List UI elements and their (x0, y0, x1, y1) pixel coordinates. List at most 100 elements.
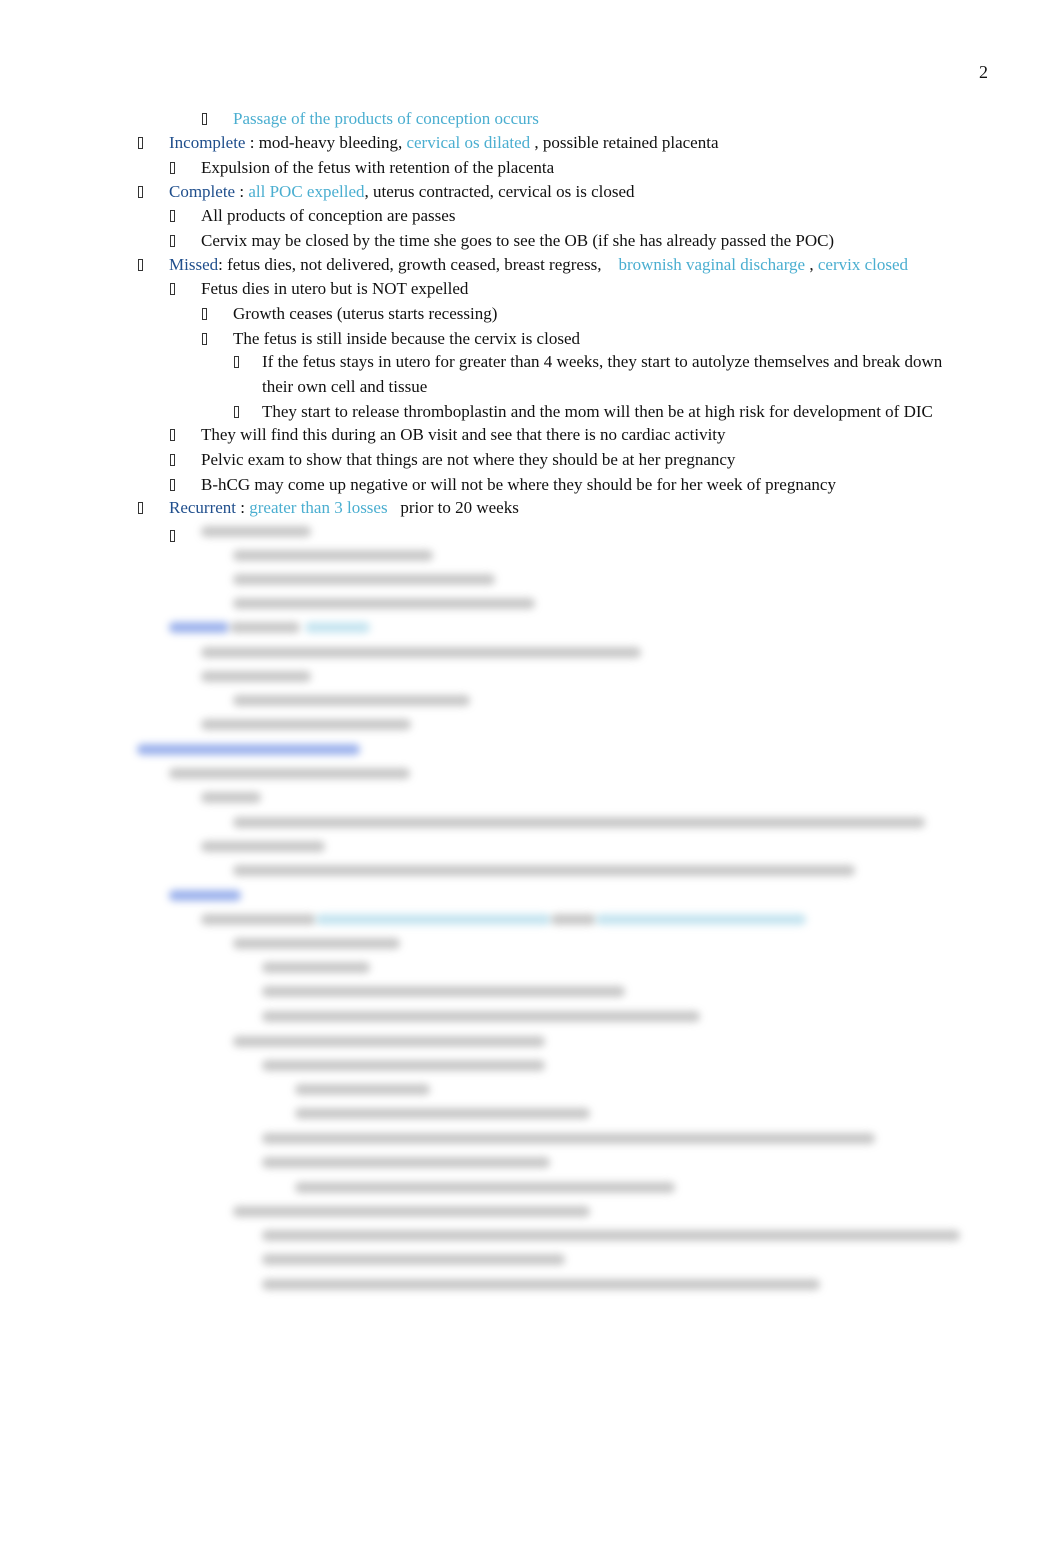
blurred-text-line (233, 817, 925, 828)
bullet-icon (138, 186, 143, 198)
list-item: Passage of the products of conception oc… (233, 109, 539, 129)
list-item: All products of conception are passes (201, 206, 455, 226)
item-text: B-hCG may come up negative or will not b… (201, 475, 836, 494)
blurred-text-line (262, 1157, 550, 1168)
blurred-text-line (233, 550, 433, 561)
blurred-text-line (305, 622, 370, 633)
blurred-text-line (169, 768, 410, 779)
blurred-text-line (233, 598, 535, 609)
item-text: : (236, 498, 250, 517)
bullet-icon (234, 406, 239, 418)
bullet-icon (202, 333, 207, 345)
item-text: The fetus is still inside because the ce… (233, 329, 580, 348)
item-text: : (235, 182, 249, 201)
bullet-icon (170, 429, 175, 441)
blurred-text-line (295, 1084, 430, 1095)
list-item: Complete : all POC expelled, uterus cont… (169, 182, 635, 202)
bullet-icon (170, 162, 175, 174)
list-item: Fetus dies in utero but is NOT expelled (201, 279, 468, 299)
highlighted-text: greater than 3 losses (249, 498, 388, 517)
blurred-text-line (295, 1182, 675, 1193)
list-item: They will find this during an OB visit a… (201, 425, 726, 445)
highlighted-text: cervical os dilated (406, 133, 531, 152)
blurred-text-line (137, 744, 360, 755)
list-item: If the fetus stays in utero for greater … (262, 352, 942, 372)
blurred-text-line (233, 865, 855, 876)
blurred-text-line (596, 914, 806, 925)
blurred-text-line (262, 1254, 565, 1265)
item-text: : fetus dies, not delivered, growth ceas… (218, 255, 619, 274)
blurred-text-line (201, 841, 325, 852)
blurred-text-line (233, 574, 495, 585)
bullet-icon (170, 283, 175, 295)
bullet-icon (170, 530, 175, 542)
blurred-text-line (169, 890, 241, 901)
list-item: Growth ceases (uterus starts recessing) (233, 304, 497, 324)
blurred-text-line (262, 986, 625, 997)
blurred-text-line (262, 1011, 700, 1022)
item-text: All products of conception are passes (201, 206, 456, 225)
item-text: They will find this during an OB visit a… (201, 425, 726, 444)
blurred-text-line (262, 962, 370, 973)
blurred-text-line (233, 1206, 590, 1217)
bullet-icon (202, 308, 207, 320)
item-text: Cervix may be closed by the time she goe… (201, 231, 835, 250)
blurred-text-line (201, 647, 641, 658)
highlighted-text: all POC expelled (248, 182, 365, 201)
page-number: 2 (979, 62, 988, 82)
item-text: Growth ceases (uterus starts recessing) (233, 304, 498, 323)
item-heading: Missed (169, 255, 219, 274)
blurred-text-line (233, 938, 400, 949)
bullet-icon (202, 113, 207, 125)
list-item: their own cell and tissue (262, 377, 427, 397)
bullet-icon (138, 137, 143, 149)
item-text: : mod-heavy bleeding, (245, 133, 407, 152)
list-item: Cervix may be closed by the time she goe… (201, 231, 834, 251)
item-text: Fetus dies in utero but is NOT expelled (201, 279, 469, 298)
highlighted-text: cervix closed (817, 255, 909, 274)
item-text: Expulsion of the fetus with retention of… (201, 158, 555, 177)
blurred-text-line (201, 914, 316, 925)
blurred-text-line (295, 1108, 590, 1119)
blurred-text-line (169, 622, 229, 633)
item-text: , (805, 255, 818, 274)
list-item: Pelvic exam to show that things are not … (201, 450, 735, 470)
item-text: Pelvic exam to show that things are not … (201, 450, 736, 469)
blurred-text-line (233, 1036, 545, 1047)
blurred-text-line (262, 1133, 875, 1144)
blurred-text-line (233, 695, 470, 706)
list-item: The fetus is still inside because the ce… (233, 329, 580, 349)
item-text: If the fetus stays in utero for greater … (262, 352, 943, 371)
highlighted-text: brownish vaginal discharge (618, 255, 806, 274)
item-text: , uterus contracted, cervical os is clos… (364, 182, 635, 201)
blurred-text-line (316, 914, 551, 925)
blurred-text-line (201, 719, 411, 730)
bullet-icon (170, 235, 175, 247)
bullet-icon (170, 454, 175, 466)
bullet-icon (170, 479, 175, 491)
blurred-text-line (201, 526, 311, 537)
blurred-text-line (551, 914, 596, 925)
item-text: They start to release thromboplastin and… (262, 402, 933, 421)
blurred-text-line (230, 622, 300, 633)
bullet-icon (170, 210, 175, 222)
bullet-icon (234, 356, 239, 368)
bullet-icon (138, 502, 143, 514)
list-item: They start to release thromboplastin and… (262, 402, 933, 422)
list-item: Missed: fetus dies, not delivered, growt… (169, 255, 908, 275)
list-item: Recurrent : greater than 3 losses prior … (169, 498, 519, 518)
blurred-text-line (262, 1230, 960, 1241)
blurred-text-line (201, 671, 311, 682)
item-text: , possible retained placenta (530, 133, 719, 152)
item-heading: Incomplete (169, 133, 246, 152)
blurred-text-line (262, 1060, 545, 1071)
blurred-text-line (262, 1279, 820, 1290)
item-heading: Complete (169, 182, 236, 201)
blurred-text-line (201, 792, 261, 803)
highlighted-text: Passage of the products of conception oc… (233, 109, 539, 128)
list-item: Incomplete : mod-heavy bleeding, cervica… (169, 133, 719, 153)
bullet-icon (138, 259, 143, 271)
item-heading: Recurrent (169, 498, 237, 517)
list-item: Expulsion of the fetus with retention of… (201, 158, 554, 178)
item-text: their own cell and tissue (262, 377, 428, 396)
